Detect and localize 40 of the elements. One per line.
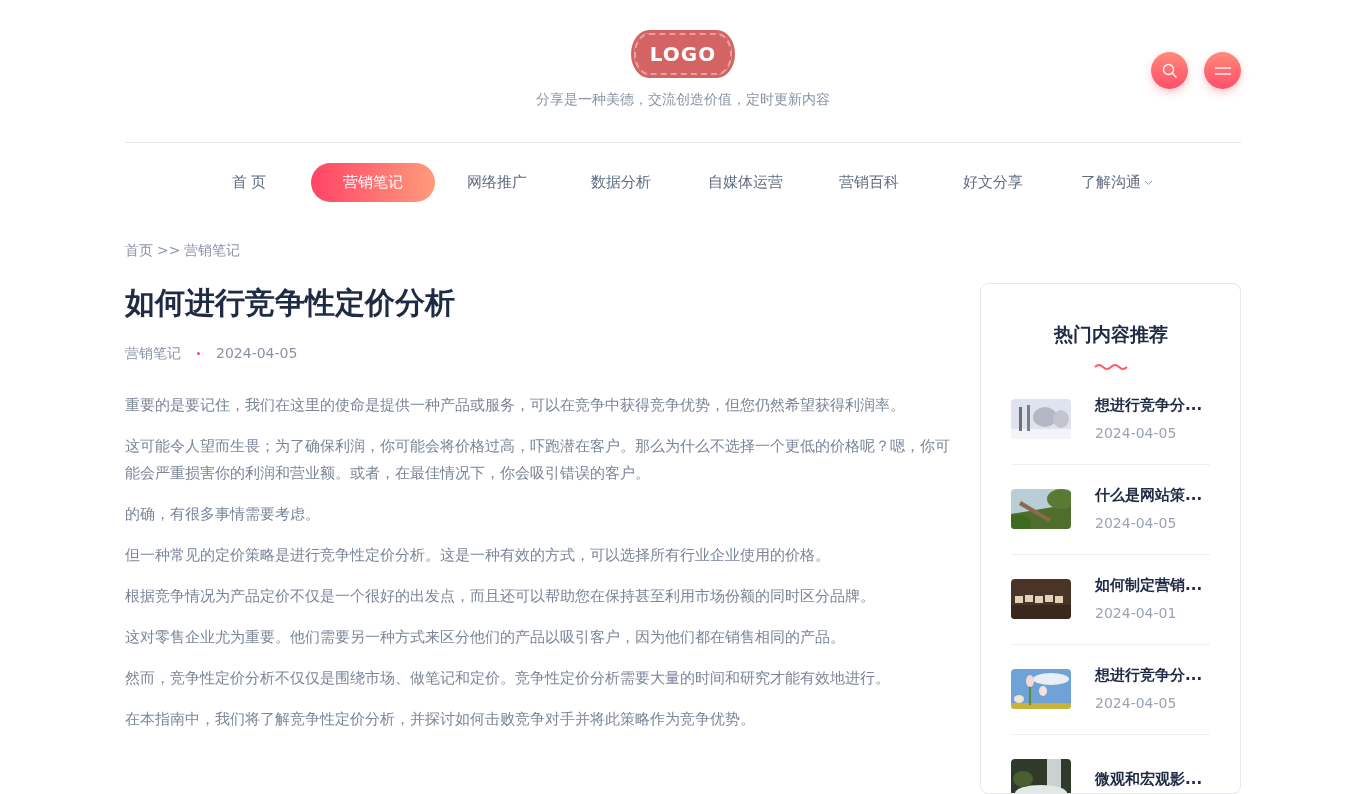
post-link[interactable]: 想进行竞争分...	[1095, 664, 1203, 687]
paragraph: 然而，竞争性定价分析不仅仅是围绕市场、做笔记和定价。竞争性定价分析需要大量的时间和研究才能有效地进行。	[125, 668, 891, 689]
search-button[interactable]	[1151, 52, 1188, 89]
menu-button[interactable]	[1204, 52, 1241, 89]
paragraph: 在本指南中，我们将了解竞争性定价分析，并探讨如何击败竞争对手并将此策略作为竞争优势。	[125, 709, 756, 730]
post-link[interactable]: 微观和宏观影...	[1095, 767, 1203, 791]
post-link[interactable]: 如何制定营销...	[1095, 574, 1203, 597]
paragraph: 重要的是要记住，我们在这里的使命是提供一种产品或服务，可以在竞争中获得竞争优势，但您仍然希望获得利润率。	[125, 395, 906, 416]
nav-tab[interactable]: 首 页	[187, 163, 311, 202]
paragraph: 这对零售企业尤为重要。他们需要另一种方式来区分他们的产品以吸引客户，因为他们都在销售相同的产品。	[125, 627, 846, 648]
paragraph: 但一种常见的定价策略是进行竞争性定价分析。这是一种有效的方式，可以选择所有行业企业使用的价格。	[125, 545, 831, 566]
search-icon	[1161, 62, 1178, 79]
breadcrumb-separator: >>	[157, 241, 181, 260]
category-link[interactable]: 营销笔记	[125, 343, 181, 364]
paragraph: 根据竞争情况为产品定价不仅是一个很好的出发点，而且还可以帮助您在保持甚至利用市场份额的同时区分品牌。	[125, 586, 876, 607]
post-link[interactable]: 什么是网站策...	[1095, 484, 1203, 507]
publish-date: 2024-04-05	[216, 344, 298, 363]
post-date: 2024-04-05	[1095, 693, 1178, 713]
breadcrumb-link[interactable]: 营销笔记	[184, 240, 241, 261]
tagline: 分享是一种美德，交流创造价值，定时更新内容	[535, 90, 831, 109]
nav-tab[interactable]: 网络推广	[435, 163, 559, 202]
paragraph: 这可能令人望而生畏；为了确保利润，你可能会将价格过高，吓跑潜在客户。那么为什么不选择一个更低的价格呢？嗯，你可能会严重损害你的利润和营业额。或者，在最佳情况下，你会吸引错误的客户。	[125, 436, 951, 484]
nav-tab[interactable]: 好文分享	[931, 163, 1055, 202]
wave-icon	[1093, 363, 1128, 371]
breadcrumb-link[interactable]: 首页	[125, 240, 153, 261]
post-date: 2024-04-05	[1095, 423, 1178, 443]
nav-tab[interactable]: 了解沟通	[1055, 163, 1179, 202]
post-link[interactable]: 想进行竞争分...	[1095, 394, 1203, 417]
nav-tab[interactable]: 营销百科	[807, 163, 931, 202]
paragraph: 的确，有很多事情需要考虑。	[125, 504, 321, 525]
logo[interactable]: LOGO	[633, 33, 733, 75]
post-date: 2024-04-01	[1095, 603, 1178, 623]
menu-icon	[1214, 66, 1231, 75]
separator-dot	[197, 352, 200, 355]
nav-tab[interactable]: 自媒体运营	[683, 163, 807, 202]
article-title: 如何进行竞争性定价分析	[125, 285, 456, 321]
nav-tab[interactable]: 数据分析	[559, 163, 683, 202]
caret-icon	[1144, 179, 1153, 186]
sidebar-title: 热门内容推荐	[1052, 322, 1169, 347]
post-date: 2024-04-05	[1095, 513, 1178, 533]
